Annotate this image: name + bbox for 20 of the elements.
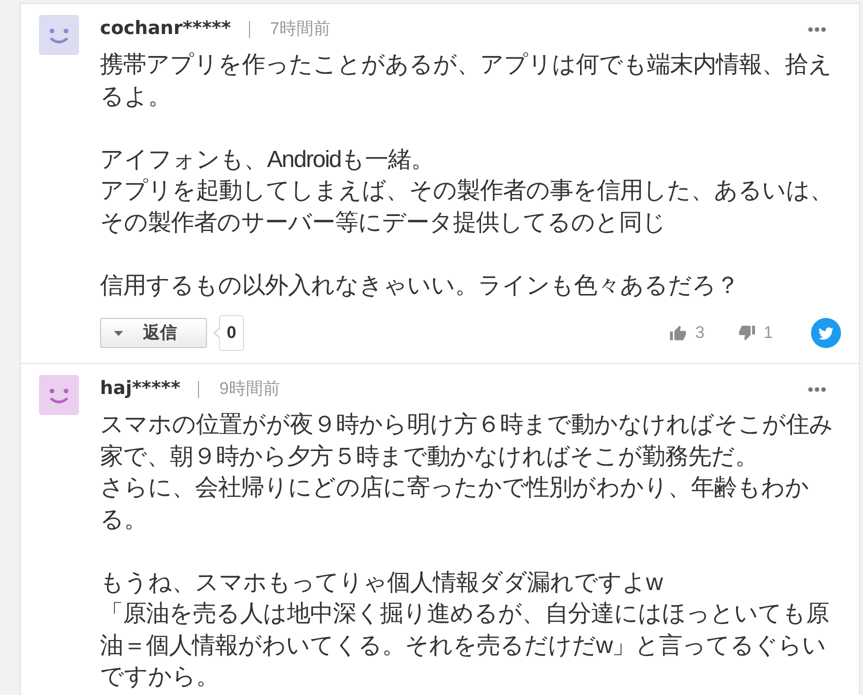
comment-text: スマホの位置がが夜９時から明け方６時まで動かなければそこが住み家で、朝９時から夕方５時まで動かなければそこが勤務先だ。 — [100, 410, 834, 470]
username[interactable]: haj***** — [100, 375, 180, 403]
username[interactable]: cochanr***** — [100, 15, 231, 43]
reply-count: 0 — [213, 315, 244, 351]
more-icon[interactable] — [808, 26, 826, 32]
comment-text: 「原油を売る人は地中深く掘り進めるが、自分達にはほっといても原油＝個人情報がわいてくる。それを売るだけだw」と言ってるぐらいですから。 — [100, 599, 830, 691]
comment-text: アプリを起動してしまえば、その製作者の事を信用した、あるいは、その製作者のサーバー等にデータ提供してるのと同じ — [100, 176, 834, 236]
bird-icon[interactable] — [811, 318, 841, 348]
comment-text: もうね、スマホもってりゃ個人情報ダダ漏れですよw — [100, 568, 664, 596]
comment-text: アイフォンも、Androidも一緒。 — [100, 144, 435, 174]
reply-button[interactable]: 返信 — [100, 318, 207, 348]
comment-text: 携帯アプリを作ったことがあるが、アプリは何でも端末内情報、拾えるよ。 — [100, 50, 833, 110]
thumbs-up-icon — [670, 325, 686, 341]
comment-text: さらに、会社帰りにどの店に寄ったかで性別がわかり、年齢もわかる。 — [100, 473, 810, 534]
more-icon[interactable] — [808, 386, 826, 392]
caret-icon — [114, 330, 123, 336]
comment-text: 信用するもの以外入れなきゃいい。ラインも色々あるだろ？ — [100, 270, 740, 300]
thumbs-down-icon — [738, 325, 755, 341]
timestamp: 7時間前 — [270, 18, 330, 40]
timestamp: 9時間前 — [219, 378, 280, 400]
